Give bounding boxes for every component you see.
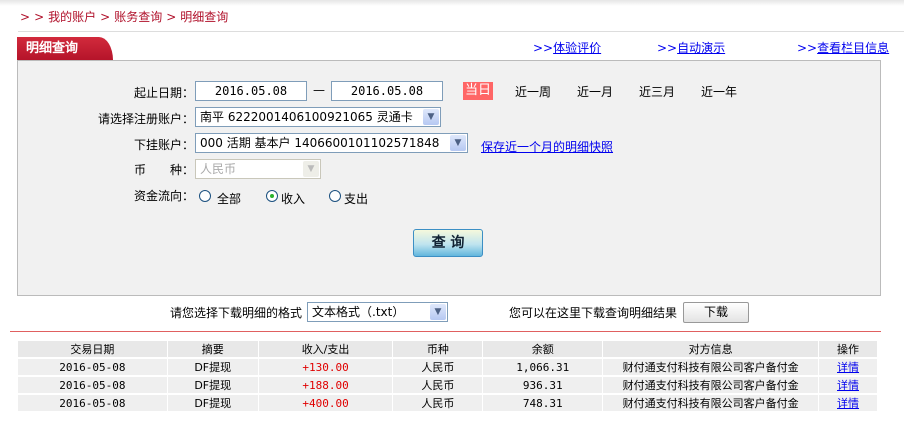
chevron-down-icon: ▼ (450, 135, 466, 151)
col-date: 交易日期 (18, 341, 167, 357)
details-link[interactable]: 详情 (837, 379, 859, 392)
table-row: 2016-05-08 DF提现 +400.00 人民币 748.31 财付通支付… (18, 395, 877, 411)
radio-expense-label: 支出 (344, 192, 369, 206)
download-button[interactable]: 下载 (683, 302, 749, 323)
divider (10, 331, 881, 332)
cell-amount: +130.00 (258, 359, 393, 375)
cell-currency: 人民币 (393, 377, 483, 393)
details-link[interactable]: 详情 (837, 397, 859, 410)
cell-summary: DF提现 (167, 377, 258, 393)
col-action: 操作 (819, 341, 877, 357)
col-balance: 余额 (483, 341, 603, 357)
cell-balance: 1,066.31 (483, 359, 603, 375)
transactions-table: 交易日期 摘要 收入/支出 币种 余额 对方信息 操作 2016-05-08 D… (17, 339, 878, 413)
sub-account-select[interactable]: 000 活期 基本户 1406600101102571848 ▼ (195, 133, 468, 153)
link-column-info[interactable]: >>查看栏目信息 (797, 39, 889, 56)
radio-all[interactable] (199, 190, 211, 202)
breadcrumb-detail-query: 明细查询 (180, 10, 229, 24)
chevron-down-icon: ▼ (430, 304, 446, 320)
cell-counterparty: 财付通支付科技有限公司客户备付金 (603, 395, 819, 411)
quick-year[interactable]: 近一年 (701, 83, 737, 100)
tab-detail-query: 明细查询 (17, 37, 113, 60)
radio-all-label: 全部 (217, 192, 242, 206)
table-row: 2016-05-08 DF提现 +188.00 人民币 936.31 财付通支付… (18, 377, 877, 393)
cell-amount: +400.00 (258, 395, 393, 411)
quick-week[interactable]: 近一周 (515, 83, 551, 100)
flow-label: 资金流向： (134, 189, 195, 203)
download-format-select[interactable]: 文本格式（.txt） ▼ (307, 302, 448, 322)
breadcrumb-account-query[interactable]: 账务查询 (114, 10, 162, 24)
quick-month[interactable]: 近一月 (577, 83, 613, 100)
cell-balance: 936.31 (483, 377, 603, 393)
breadcrumb-sep: > (20, 10, 31, 24)
currency-label: 币 种： (134, 163, 195, 177)
radio-income[interactable] (266, 190, 278, 202)
col-amount: 收入/支出 (258, 341, 393, 357)
details-link[interactable]: 详情 (837, 361, 859, 374)
col-counterparty: 对方信息 (603, 341, 819, 357)
sub-account-label: 下挂账户： (134, 138, 195, 152)
start-date-input[interactable]: 2016.05.08 (195, 81, 307, 101)
cell-summary: DF提现 (167, 395, 258, 411)
cell-date: 2016-05-08 (18, 359, 167, 375)
cell-balance: 748.31 (483, 395, 603, 411)
date-separator: — (313, 83, 325, 97)
account-label: 请选择注册账户： (98, 112, 195, 126)
quick-today[interactable]: 当日 (463, 82, 493, 100)
date-label: 起止日期： (134, 86, 195, 100)
query-button[interactable]: 查 询 (413, 229, 483, 257)
cell-date: 2016-05-08 (18, 395, 167, 411)
table-row: 2016-05-08 DF提现 +130.00 人民币 1,066.31 财付通… (18, 359, 877, 375)
end-date-input[interactable]: 2016.05.08 (331, 81, 443, 101)
cell-amount: +188.00 (258, 377, 393, 393)
table-header: 交易日期 摘要 收入/支出 币种 余额 对方信息 操作 (18, 341, 877, 357)
cell-summary: DF提现 (167, 359, 258, 375)
breadcrumb-sep: > (166, 10, 177, 24)
radio-expense[interactable] (329, 190, 341, 202)
link-feedback[interactable]: >>体验评价 (533, 39, 601, 56)
top-shadow (0, 0, 904, 6)
breadcrumb-sep: > (100, 10, 111, 24)
quick-3months[interactable]: 近三月 (639, 83, 675, 100)
radio-income-label: 收入 (281, 192, 306, 206)
col-currency: 币种 (393, 341, 483, 357)
save-snapshot-link[interactable]: 保存近一个月的明细快照 (481, 138, 613, 155)
breadcrumb-sep: > (34, 10, 45, 24)
cell-date: 2016-05-08 (18, 377, 167, 393)
breadcrumb: > > 我的账户 > 账务查询 > 明细查询 (20, 8, 232, 25)
link-auto-demo[interactable]: >>自动演示 (657, 39, 725, 56)
cell-currency: 人民币 (393, 359, 483, 375)
chevron-down-icon: ▼ (303, 161, 319, 177)
account-select[interactable]: 南平 6222001406100921065 灵通卡 ▼ (195, 107, 441, 127)
divider (18, 31, 904, 32)
breadcrumb-my-account[interactable]: 我的账户 (48, 10, 96, 24)
col-summary: 摘要 (167, 341, 258, 357)
currency-select: 人民币 ▼ (195, 159, 321, 179)
download-format-label: 请您选择下载明细的格式 (170, 306, 303, 320)
download-hint: 您可以在这里下载查询明细结果 (509, 306, 678, 320)
cell-counterparty: 财付通支付科技有限公司客户备付金 (603, 359, 819, 375)
cell-counterparty: 财付通支付科技有限公司客户备付金 (603, 377, 819, 393)
chevron-down-icon: ▼ (423, 109, 439, 125)
cell-currency: 人民币 (393, 395, 483, 411)
